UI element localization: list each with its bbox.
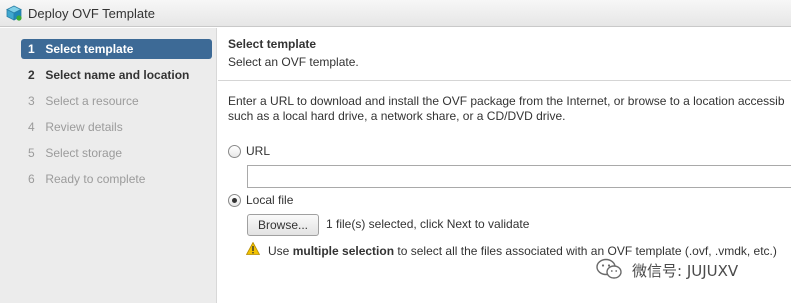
browse-button[interactable]: Browse... xyxy=(247,214,319,236)
step-number: 3 xyxy=(28,94,35,108)
instructions-line-2: such as a local hard drive, a network sh… xyxy=(228,109,566,123)
local-file-radio-label[interactable]: Local file xyxy=(246,193,293,207)
step-review-details: 4 Review details xyxy=(21,117,212,137)
window-titlebar: Deploy OVF Template xyxy=(0,0,791,27)
step-label: Ready to complete xyxy=(45,172,146,186)
step-number: 2 xyxy=(28,68,35,82)
page-subtitle: Select an OVF template. xyxy=(228,55,359,69)
step-label: Review details xyxy=(45,120,123,134)
hint-bold: multiple selection xyxy=(292,244,395,258)
step-label: Select name and location xyxy=(45,68,190,82)
url-radio-label[interactable]: URL xyxy=(246,144,270,158)
step-label: Select a resource xyxy=(45,94,139,108)
step-label: Select storage xyxy=(45,146,123,160)
window-title: Deploy OVF Template xyxy=(28,6,155,21)
instructions-text: Enter a URL to download and install the … xyxy=(228,94,791,124)
url-radio[interactable] xyxy=(228,145,241,158)
step-number: 6 xyxy=(28,172,35,186)
step-select-storage: 5 Select storage xyxy=(21,143,212,163)
wechat-icon xyxy=(596,258,622,279)
multiple-selection-hint: Use multiple selection to select all the… xyxy=(268,244,777,258)
header-divider xyxy=(218,80,791,81)
step-ready-to-complete: 6 Ready to complete xyxy=(21,169,212,189)
hint-prefix: Use xyxy=(268,244,293,258)
step-select-name-location[interactable]: 2 Select name and location xyxy=(21,65,212,85)
url-input[interactable] xyxy=(247,165,791,188)
step-select-template[interactable]: 1 Select template xyxy=(21,39,212,59)
instructions-line-1: Enter a URL to download and install the … xyxy=(228,94,785,108)
warning-icon xyxy=(246,242,260,255)
step-number: 5 xyxy=(28,146,35,160)
watermark-text: 微信号: JUJUXV xyxy=(632,262,739,280)
local-file-radio[interactable] xyxy=(228,194,241,207)
step-select-resource: 3 Select a resource xyxy=(21,91,212,111)
step-number: 4 xyxy=(28,120,35,134)
wizard-steps-sidebar: 1 Select template 2 Select name and loca… xyxy=(0,28,217,303)
step-label: Select template xyxy=(45,42,134,56)
page-title: Select template xyxy=(228,37,317,51)
hint-suffix: to select all the files associated with … xyxy=(394,244,777,258)
step-number: 1 xyxy=(28,42,35,56)
file-selection-status: 1 file(s) selected, click Next to valida… xyxy=(326,217,530,231)
ovf-template-icon xyxy=(6,5,22,21)
